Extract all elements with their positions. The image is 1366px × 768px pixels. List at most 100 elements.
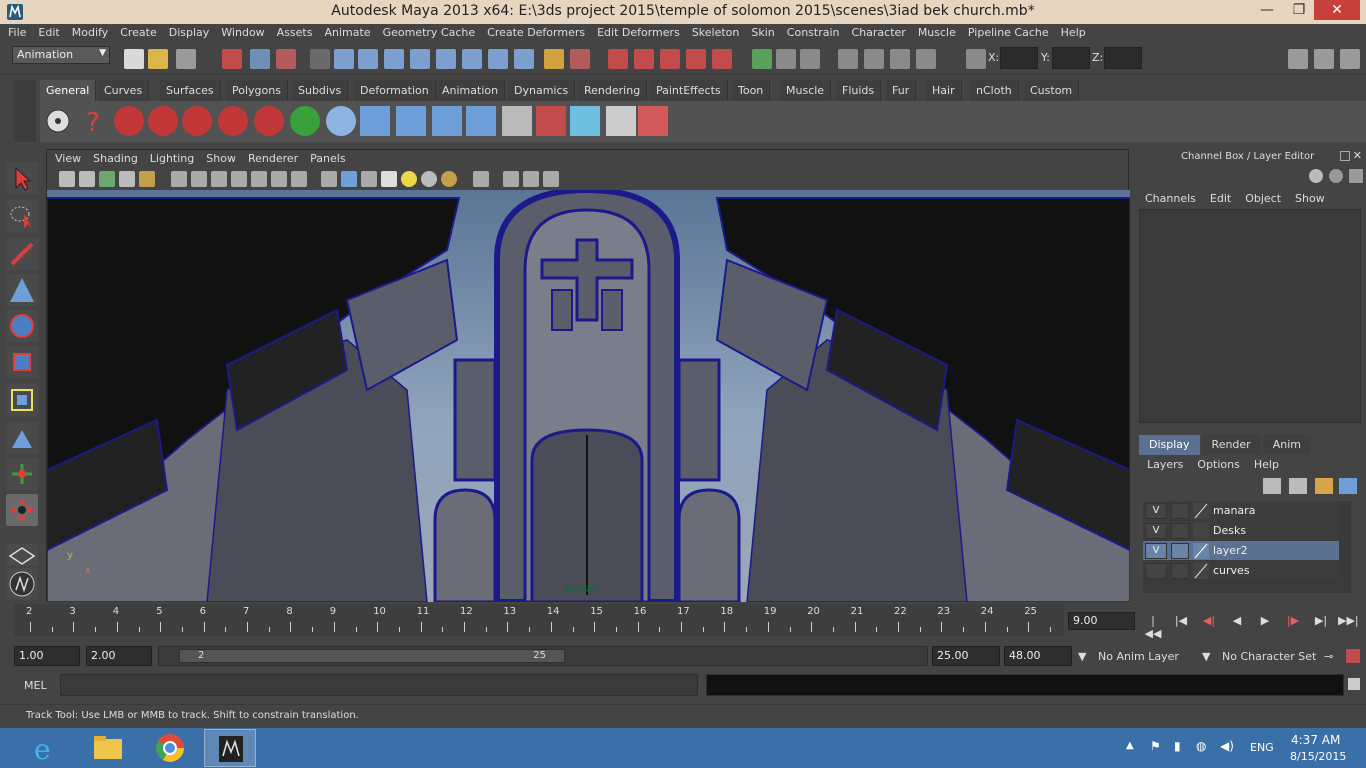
show-manipulator-icon[interactable] xyxy=(6,458,38,490)
shelf-tab-toon[interactable]: Toon xyxy=(732,80,771,101)
menu-file[interactable]: File xyxy=(8,24,32,43)
move-layer-down-icon[interactable] xyxy=(1289,478,1307,494)
menu-character[interactable]: Character xyxy=(852,24,912,43)
menu-pipeline-cache[interactable]: Pipeline Cache xyxy=(968,24,1055,43)
camera-tool-icon[interactable] xyxy=(218,106,248,136)
step-back-frame-button[interactable]: ◀| xyxy=(1200,614,1218,630)
gate-mask-icon[interactable] xyxy=(231,171,247,187)
select-deformations-icon[interactable] xyxy=(436,49,456,69)
panel-menu-renderer[interactable]: Renderer xyxy=(248,150,304,169)
channel-box-toggle-icon[interactable] xyxy=(1309,169,1323,183)
show-hidden-icons-icon[interactable]: ▲ xyxy=(1126,740,1134,751)
layer-list-hscrollbar[interactable] xyxy=(1143,579,1351,593)
shelf-tab-hair[interactable]: Hair xyxy=(926,80,962,101)
move-tool-icon[interactable] xyxy=(6,274,38,306)
panel-menu-lighting[interactable]: Lighting xyxy=(150,150,200,169)
script-language-toggle[interactable]: MEL xyxy=(24,679,47,692)
layer-visibility-toggle[interactable]: V xyxy=(1145,523,1167,539)
scale-tool-icon[interactable] xyxy=(182,106,212,136)
cb-menu-object[interactable]: Object xyxy=(1245,192,1281,205)
shelf-tab-fur[interactable]: Fur xyxy=(886,80,917,101)
menu-constrain[interactable]: Constrain xyxy=(787,24,846,43)
sphere-icon[interactable] xyxy=(326,106,356,136)
layer-color-swatch[interactable] xyxy=(1193,503,1209,519)
green-arrow-icon[interactable] xyxy=(290,106,320,136)
select-dynamics-icon[interactable] xyxy=(462,49,482,69)
close-panel-icon[interactable]: ✕ xyxy=(1353,149,1362,162)
layer-row[interactable]: V layer2 xyxy=(1143,541,1339,561)
menu-skin[interactable]: Skin xyxy=(751,24,780,43)
universal-manipulator-icon[interactable] xyxy=(6,384,38,416)
character-set-select[interactable]: No Character Set xyxy=(1222,647,1316,667)
select-by-object-type-icon[interactable] xyxy=(250,49,270,69)
menu-animate[interactable]: Animate xyxy=(324,24,376,43)
menu-set-select[interactable]: Animation ▼ xyxy=(12,46,110,64)
shelf-tab-muscle[interactable]: Muscle xyxy=(780,80,832,101)
shelf-tab-painteffects[interactable]: PaintEffects xyxy=(650,80,728,101)
film-reel-icon[interactable] xyxy=(44,106,74,136)
wireframe-on-shaded-icon[interactable] xyxy=(361,171,377,187)
layer-template-toggle[interactable] xyxy=(1171,563,1189,579)
safe-title-icon[interactable] xyxy=(291,171,307,187)
film-gate-icon[interactable] xyxy=(191,171,207,187)
clip-icon[interactable] xyxy=(502,106,532,136)
grid-icon[interactable] xyxy=(171,171,187,187)
input-language[interactable]: ENG xyxy=(1250,741,1274,754)
cluster-icon[interactable] xyxy=(570,106,600,136)
input-output-icon[interactable] xyxy=(752,49,772,69)
maya-taskbar-icon[interactable] xyxy=(204,729,256,767)
menu-create-deformers[interactable]: Create Deformers xyxy=(487,24,591,43)
snap-to-view-planes-icon[interactable] xyxy=(686,49,706,69)
current-frame-field[interactable]: 9.00 xyxy=(1068,612,1135,630)
grease-pencil-icon[interactable] xyxy=(139,171,155,187)
step-forward-frame-button[interactable]: |▶ xyxy=(1284,614,1302,630)
tab-anim[interactable]: Anim xyxy=(1262,435,1311,455)
channel-box-icon[interactable] xyxy=(1340,49,1360,69)
highlight-selection-icon[interactable] xyxy=(570,49,590,69)
layer-row[interactable]: V Desks xyxy=(1143,521,1339,541)
bind-skin-icon[interactable] xyxy=(432,106,462,136)
maya-logo-icon[interactable] xyxy=(6,568,38,600)
menu-geometry-cache[interactable]: Geometry Cache xyxy=(383,24,482,43)
playback-end-field[interactable]: 25.00 xyxy=(932,646,1000,666)
shadows-icon[interactable] xyxy=(421,171,437,187)
wireframe-icon[interactable] xyxy=(321,171,337,187)
lattice-icon[interactable] xyxy=(536,106,566,136)
tool-settings-icon[interactable] xyxy=(1314,49,1334,69)
isolate-select-icon[interactable] xyxy=(473,171,489,187)
track-tool-icon[interactable] xyxy=(6,494,38,526)
bookmark-icon[interactable] xyxy=(79,171,95,187)
step-back-key-button[interactable]: |◀ xyxy=(1172,614,1190,630)
selection-mask-icon[interactable] xyxy=(310,49,330,69)
float-panel-icon[interactable] xyxy=(1340,151,1350,161)
help-icon[interactable]: ? xyxy=(78,106,108,136)
layer-color-swatch[interactable] xyxy=(1193,523,1209,539)
x-ray-icon[interactable] xyxy=(503,171,519,187)
layer-template-toggle[interactable] xyxy=(1171,523,1189,539)
layer-visibility-toggle[interactable]: V xyxy=(1145,543,1167,559)
shelf-tab-surfaces[interactable]: Surfaces xyxy=(160,80,221,101)
menu-edit[interactable]: Edit xyxy=(38,24,65,43)
volume-icon[interactable]: ◀) xyxy=(1220,739,1234,753)
command-input[interactable] xyxy=(60,674,698,696)
minimize-icon[interactable]: — xyxy=(1252,0,1282,20)
use-default-light-icon[interactable] xyxy=(401,171,417,187)
cb-menu-channels[interactable]: Channels xyxy=(1145,192,1196,205)
y-field[interactable] xyxy=(1052,47,1090,69)
magnet-icon[interactable] xyxy=(254,106,284,136)
snap-to-grids-icon[interactable] xyxy=(608,49,628,69)
le-menu-options[interactable]: Options xyxy=(1197,458,1239,471)
two-d-pan-zoom-icon[interactable] xyxy=(119,171,135,187)
save-scene-icon[interactable] xyxy=(176,49,196,69)
new-scene-icon[interactable] xyxy=(124,49,144,69)
high-quality-icon[interactable] xyxy=(441,171,457,187)
detach-skin-icon[interactable] xyxy=(466,106,496,136)
layer-row[interactable]: curves xyxy=(1143,561,1339,581)
menu-edit-deformers[interactable]: Edit Deformers xyxy=(597,24,686,43)
shelf-tab-ncloth[interactable]: nCloth xyxy=(970,80,1019,101)
panel-menu-panels[interactable]: Panels xyxy=(310,150,351,169)
preferences-icon[interactable] xyxy=(1346,649,1360,663)
layout-icon[interactable] xyxy=(6,544,38,566)
tab-display[interactable]: Display xyxy=(1139,435,1200,455)
move-tool-icon[interactable] xyxy=(114,106,144,136)
